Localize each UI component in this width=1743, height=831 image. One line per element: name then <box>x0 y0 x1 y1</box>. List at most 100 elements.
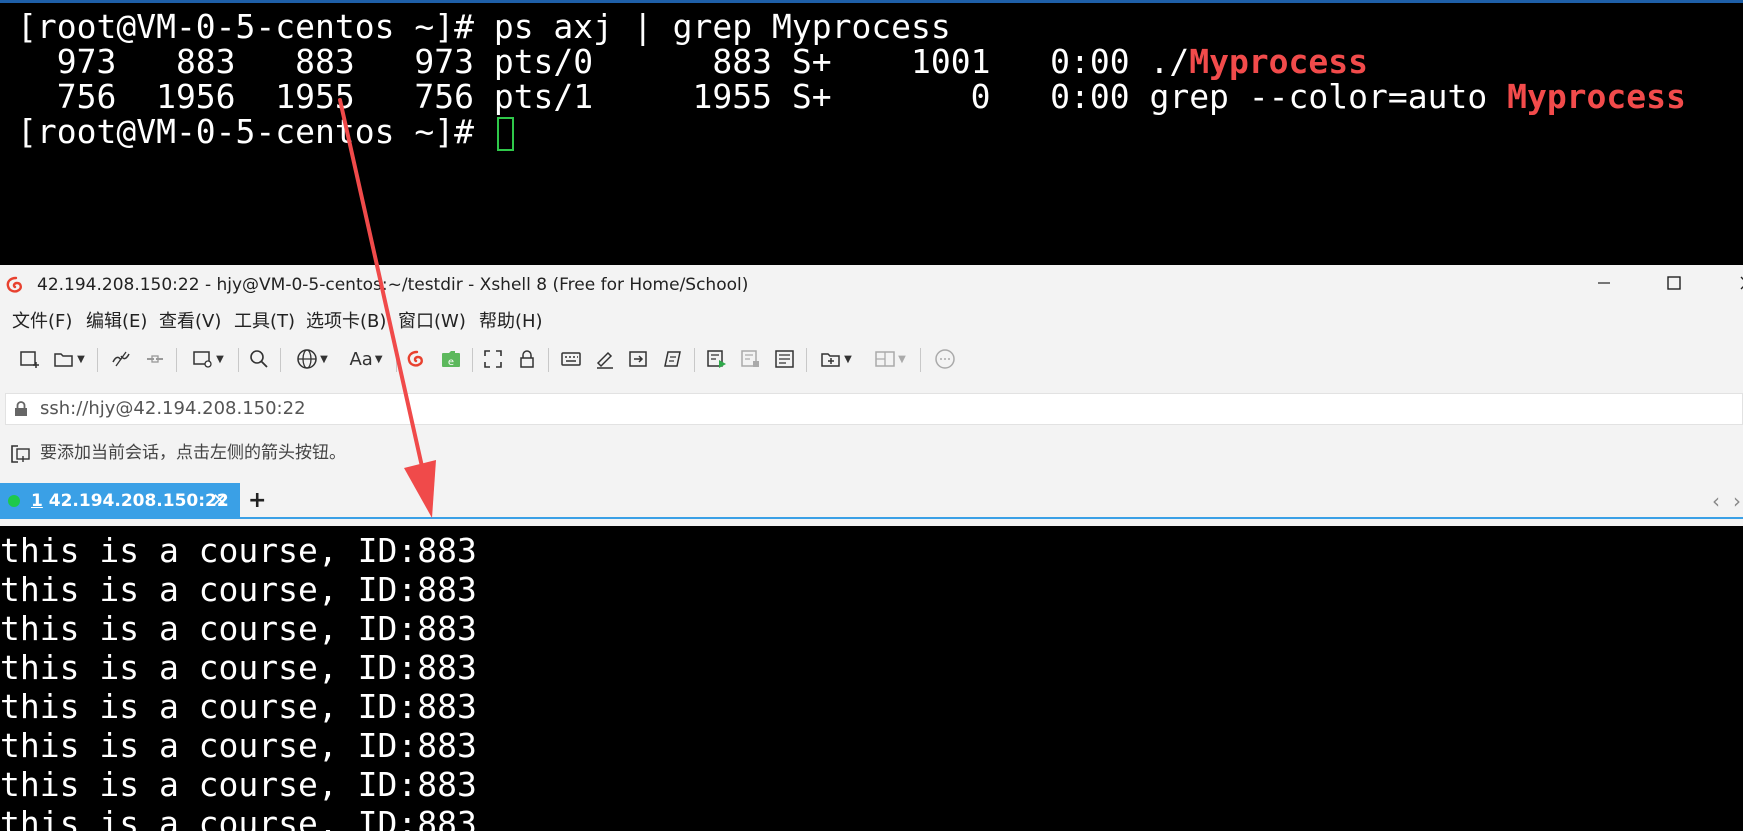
xftp-icon <box>407 350 423 367</box>
menu-help[interactable]: 帮助(H) <box>479 305 543 339</box>
terminal-line-command: [root@VM-0-5-centos ~]# ps axj | grep My… <box>17 7 951 46</box>
menu-bar: 文件(F) 编辑(E) 查看(V) 工具(T) 选项卡(B) 窗口(W) 帮助(… <box>0 305 1743 339</box>
stop-log-button[interactable] <box>736 344 766 374</box>
terminal-output-line: this is a course, ID:883 <box>0 531 477 570</box>
layout-button[interactable]: ▼ <box>866 344 914 374</box>
script-button[interactable] <box>624 344 654 374</box>
maximize-icon <box>1667 276 1681 290</box>
tab-scroll-left-icon[interactable]: ‹ <box>1712 483 1720 519</box>
terminal-output-line: this is a course, ID:883 <box>0 648 477 687</box>
grep-match-highlight: Myprocess <box>1189 42 1369 81</box>
tab-index: 1 <box>31 491 43 511</box>
svg-text:e: e <box>448 357 454 368</box>
fullscreen-button[interactable] <box>478 344 508 374</box>
menu-tabs[interactable]: 选项卡(B) <box>306 305 386 339</box>
lock-icon <box>520 350 534 368</box>
xmanager-icon: e <box>442 351 460 368</box>
search-icon <box>250 350 268 368</box>
terminal-output-line: this is a course, ID:883 <box>0 804 477 831</box>
script-icon <box>629 351 647 367</box>
menu-edit[interactable]: 编辑(E) <box>86 305 147 339</box>
session-properties-button[interactable]: ▼ <box>185 344 231 374</box>
find-button[interactable] <box>244 344 274 374</box>
menu-file[interactable]: 文件(F) <box>12 305 72 339</box>
terminal-output-line: this is a course, ID:883 <box>0 726 477 765</box>
terminal-output-line: this is a course, ID:883 <box>0 765 477 804</box>
connection-status-dot <box>8 495 20 507</box>
tab-scroll-right-icon[interactable]: › <box>1733 483 1741 519</box>
maximize-button[interactable] <box>1650 265 1698 305</box>
quick-command-button[interactable] <box>658 344 688 374</box>
reconnect-button[interactable] <box>140 344 170 374</box>
xftp-button[interactable] <box>402 344 432 374</box>
toolbar-separator <box>280 348 281 372</box>
layout-icon <box>875 351 895 367</box>
terminal-line-grep: 756 1956 1955 756 pts/1 1955 S+ 0 0:00 g… <box>17 77 1686 116</box>
open-folder-icon <box>54 353 73 367</box>
close-button[interactable] <box>1718 265 1743 305</box>
keyboard-icon <box>561 352 581 366</box>
top-terminal[interactable]: [root@VM-0-5-centos ~]# ps axj | grep My… <box>0 0 1743 265</box>
terminal-line-process: 973 883 883 973 pts/0 883 S+ 1001 0:00 .… <box>17 42 1368 81</box>
address-bar[interactable]: ssh://hjy@42.194.208.150:22 <box>5 393 1743 425</box>
highlight-icon <box>596 351 613 369</box>
window-title: 42.194.208.150:22 - hjy@VM-0-5-centos:~/… <box>37 275 749 295</box>
process-row-text: 756 1956 1955 756 pts/1 1955 S+ 0 0:00 g… <box>17 77 1508 116</box>
session-properties-icon <box>193 351 212 368</box>
keyboard-button[interactable] <box>556 344 586 374</box>
terminal-line-prompt: [root@VM-0-5-centos ~]# <box>17 112 514 151</box>
log-button[interactable] <box>770 344 800 374</box>
session-terminal[interactable]: this is a course, ID:883 this is a cours… <box>0 526 1743 831</box>
toolbar: ▼ ▼ ▼ Aa ▼ e ▼ ▼ <box>0 340 1743 378</box>
start-log-button[interactable] <box>702 344 732 374</box>
new-session-button[interactable] <box>10 344 50 374</box>
address-input[interactable]: ssh://hjy@42.194.208.150:22 <box>40 394 306 424</box>
terminal-cursor <box>496 116 514 151</box>
process-row-text: 973 883 883 973 pts/0 883 S+ 1001 0:00 .… <box>17 42 1190 81</box>
chat-button[interactable] <box>930 344 960 374</box>
toolbar-separator <box>694 348 695 372</box>
font-icon: Aa <box>349 348 373 370</box>
quick-command-icon <box>664 351 681 367</box>
shell-prompt: [root@VM-0-5-centos ~]# <box>17 112 494 151</box>
start-log-icon <box>707 350 726 368</box>
session-hint-bar: 要添加当前会话，点击左侧的箭头按钮。 <box>0 437 1743 469</box>
new-tab-button[interactable]: + <box>248 483 266 519</box>
fullscreen-icon <box>484 350 502 368</box>
title-bar[interactable]: 42.194.208.150:22 - hjy@VM-0-5-centos:~/… <box>0 265 1743 305</box>
tab-close-icon[interactable]: ✕ <box>212 483 227 519</box>
add-session-arrow-icon[interactable] <box>10 444 32 464</box>
disconnect-button[interactable] <box>106 344 136 374</box>
tab-host: 42.194.208.150:22 <box>48 491 229 511</box>
lock-button[interactable] <box>512 344 542 374</box>
toolbar-separator <box>548 348 549 372</box>
toolbar-separator <box>176 348 177 372</box>
terminal-output-line: this is a course, ID:883 <box>0 609 477 648</box>
toolbar-separator <box>920 348 921 372</box>
xmanager-button[interactable]: e <box>436 344 466 374</box>
menu-tools[interactable]: 工具(T) <box>234 305 295 339</box>
session-tab-active[interactable]: 1 42.194.208.150:22 ✕ <box>0 483 240 519</box>
stop-log-icon <box>741 350 759 367</box>
session-hint-text: 要添加当前会话，点击左侧的箭头按钮。 <box>40 443 346 463</box>
open-session-button[interactable]: ▼ <box>46 344 92 374</box>
grep-match-highlight: Myprocess <box>1507 77 1686 116</box>
menu-window[interactable]: 窗口(W) <box>398 305 466 339</box>
toolbar-separator <box>472 348 473 372</box>
minimize-button[interactable] <box>1580 265 1628 305</box>
toolbar-separator <box>238 348 239 372</box>
xshell-logo-icon <box>6 276 22 293</box>
terminal-output-line: this is a course, ID:883 <box>0 570 477 609</box>
secure-lock-icon <box>15 401 27 416</box>
log-icon <box>775 350 794 368</box>
highlight-button[interactable] <box>590 344 620 374</box>
font-button[interactable]: Aa ▼ <box>342 344 390 374</box>
typed-command: ps axj | grep Myprocess <box>493 7 951 46</box>
reconnect-icon <box>147 355 163 363</box>
menu-view[interactable]: 查看(V) <box>159 305 221 339</box>
transfer-button[interactable]: ▼ <box>812 344 860 374</box>
minimize-icon <box>1598 282 1610 284</box>
transfer-icon <box>821 353 840 367</box>
encoding-button[interactable]: ▼ <box>288 344 336 374</box>
globe-icon <box>297 349 317 369</box>
